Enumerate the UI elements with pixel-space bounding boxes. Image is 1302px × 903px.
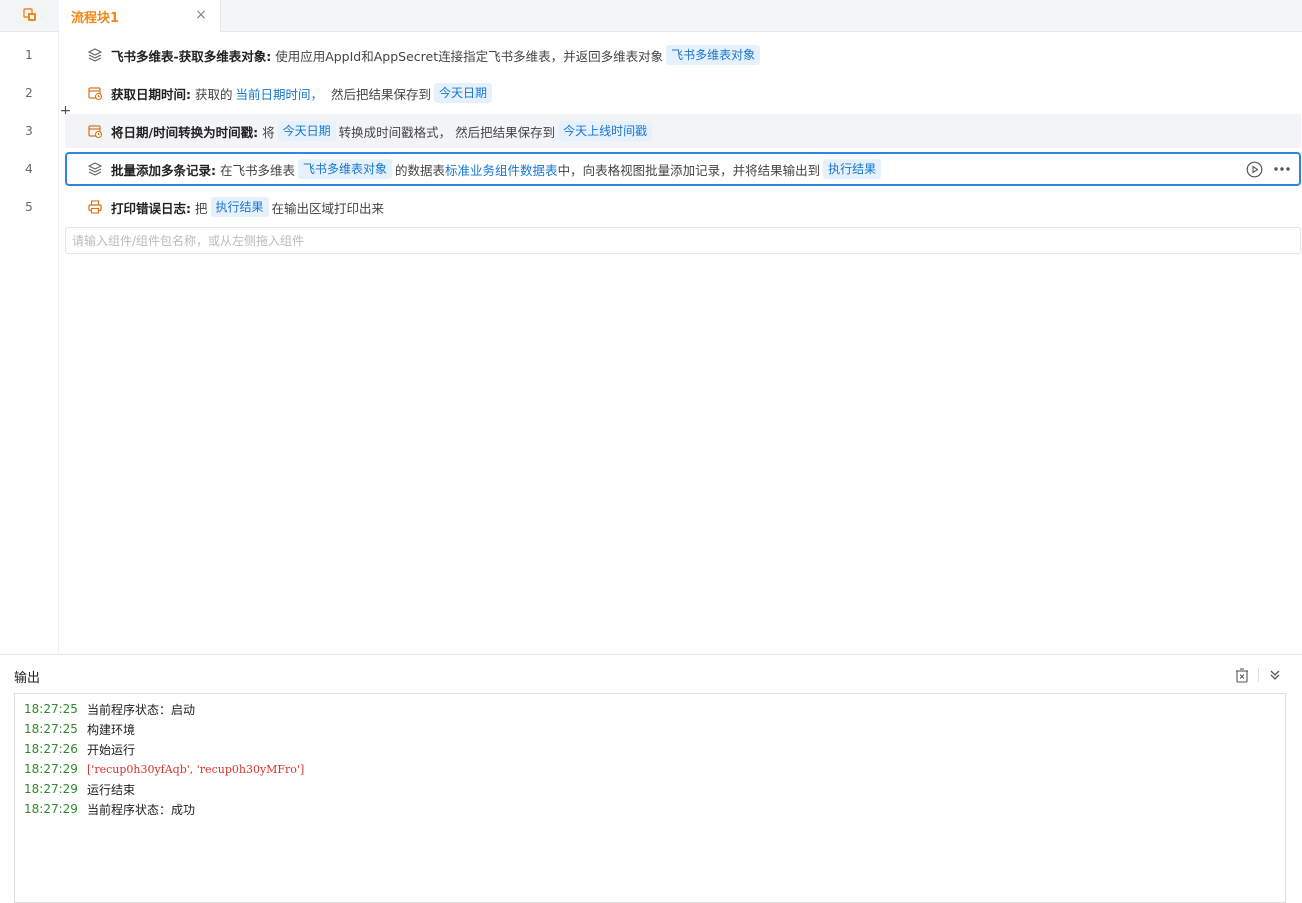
- log-line: 18:27:29 运行结束: [15, 779, 1285, 799]
- variable-chip[interactable]: 今天日期: [277, 121, 336, 141]
- home-tab[interactable]: [0, 0, 59, 32]
- parameter-link[interactable]: 标准业务组件数据表: [445, 160, 558, 179]
- log-message-error: ['recup0h30yfAqb', 'recup0h30yMFro']: [87, 762, 305, 776]
- output-panel: 输出 18:27:25 当前程序状态：启动 18:27:25 构建环境 18:2…: [0, 654, 1302, 903]
- flow-step-2[interactable]: 获取日期时间: 获取的 当前日期时间， 然后把结果保存到 今天日期: [65, 76, 1301, 110]
- log-time: 18:27:25: [24, 722, 78, 736]
- log-time: 18:27:29: [24, 782, 78, 796]
- log-message: 当前程序状态：启动: [87, 702, 196, 717]
- flow-home-icon: [22, 7, 37, 26]
- step-text: 使用应用AppId和AppSecret连接指定飞书多维表，并返回多维表对象: [275, 48, 664, 64]
- date-convert-icon: [87, 123, 103, 139]
- printer-icon: [87, 199, 103, 215]
- log-time: 18:27:25: [24, 702, 78, 716]
- line-number: 5: [25, 200, 33, 214]
- step-text: 在输出区域打印出来: [271, 200, 385, 216]
- tab-bar: 流程块1 ×: [0, 0, 1302, 32]
- step-title: 批量添加多条记录:: [111, 162, 216, 178]
- run-step-play-icon[interactable]: [1245, 160, 1263, 178]
- log-time: 18:27:26: [24, 742, 78, 756]
- line-number: 4: [25, 162, 33, 176]
- log-line: 18:27:25 构建环境: [15, 719, 1285, 739]
- step-text: 获取的: [195, 86, 233, 102]
- collapse-double-chevron-down-icon[interactable]: [1266, 666, 1284, 684]
- output-toolbar: [1233, 666, 1284, 684]
- variable-chip[interactable]: 执行结果: [210, 197, 269, 217]
- flow-step-5[interactable]: 打印错误日志: 把 执行结果 在输出区域打印出来: [65, 190, 1301, 224]
- flow-step-1[interactable]: 飞书多维表-获取多维表对象: 使用应用AppId和AppSecret连接指定飞书…: [65, 38, 1301, 72]
- log-line: 18:27:26 开始运行: [15, 739, 1285, 759]
- flow-step-4[interactable]: 批量添加多条记录: 在飞书多维表 飞书多维表对象 的数据表 标准业务组件数据表 …: [65, 152, 1301, 186]
- variable-chip[interactable]: 飞书多维表对象: [666, 45, 761, 65]
- variable-chip[interactable]: 今天日期: [434, 83, 493, 103]
- line-number: 3: [25, 124, 33, 138]
- tab-flow-block-1[interactable]: 流程块1 ×: [59, 0, 221, 32]
- log-time: 18:27:29: [24, 762, 78, 776]
- toolbar-divider: [1258, 668, 1259, 682]
- close-icon[interactable]: ×: [194, 7, 208, 23]
- step-actions: [1245, 160, 1291, 178]
- variable-chip[interactable]: 飞书多维表对象: [298, 159, 393, 179]
- line-number: 2: [25, 86, 33, 100]
- log-time: 18:27:29: [24, 802, 78, 816]
- parameter-link[interactable]: 当前日期时间，: [236, 84, 324, 103]
- tab-label: 流程块1: [71, 10, 120, 26]
- step-title: 飞书多维表-获取多维表对象:: [111, 48, 272, 64]
- clear-log-icon[interactable]: [1233, 666, 1251, 684]
- layers-icon: [87, 161, 103, 177]
- log-message: 开始运行: [87, 742, 136, 757]
- step-text: 把: [195, 200, 208, 216]
- step-title: 将日期/时间转换为时间戳:: [111, 124, 259, 140]
- log-line: 18:27:29 ['recup0h30yfAqb', 'recup0h30yM…: [15, 759, 1285, 779]
- component-search-input[interactable]: [65, 227, 1301, 254]
- variable-chip[interactable]: 今天上线时间戳: [558, 121, 653, 141]
- step-text: 将: [262, 124, 275, 140]
- variable-chip[interactable]: 执行结果: [823, 159, 882, 179]
- line-number: 1: [25, 48, 33, 62]
- step-text: 转换成时间戳格式， 然后把结果保存到: [338, 124, 556, 140]
- output-log[interactable]: 18:27:25 当前程序状态：启动 18:27:25 构建环境 18:27:2…: [14, 693, 1286, 903]
- step-text: 在飞书多维表: [220, 162, 296, 178]
- log-message: 当前程序状态：成功: [87, 802, 196, 817]
- log-message: 构建环境: [87, 722, 136, 737]
- line-gutter: 1 2 3 4 5: [0, 33, 59, 654]
- step-text: 的数据表: [395, 162, 446, 178]
- flow-step-3[interactable]: 将日期/时间转换为时间戳: 将 今天日期 转换成时间戳格式， 然后把结果保存到 …: [65, 114, 1301, 148]
- step-title: 打印错误日志:: [111, 200, 191, 216]
- calendar-clock-icon: [87, 85, 103, 101]
- log-line: 18:27:25 当前程序状态：启动: [15, 699, 1285, 719]
- log-message: 运行结束: [87, 782, 136, 797]
- step-title: 获取日期时间:: [111, 86, 191, 102]
- step-text: 然后把结果保存到: [331, 86, 432, 102]
- layers-icon: [87, 47, 103, 63]
- log-line: 18:27:29 当前程序状态：成功: [15, 799, 1285, 819]
- step-text: 中，向表格视图批量添加记录，并将结果输出到: [557, 162, 821, 178]
- output-title: 输出: [14, 671, 41, 686]
- more-options-icon[interactable]: [1273, 160, 1291, 178]
